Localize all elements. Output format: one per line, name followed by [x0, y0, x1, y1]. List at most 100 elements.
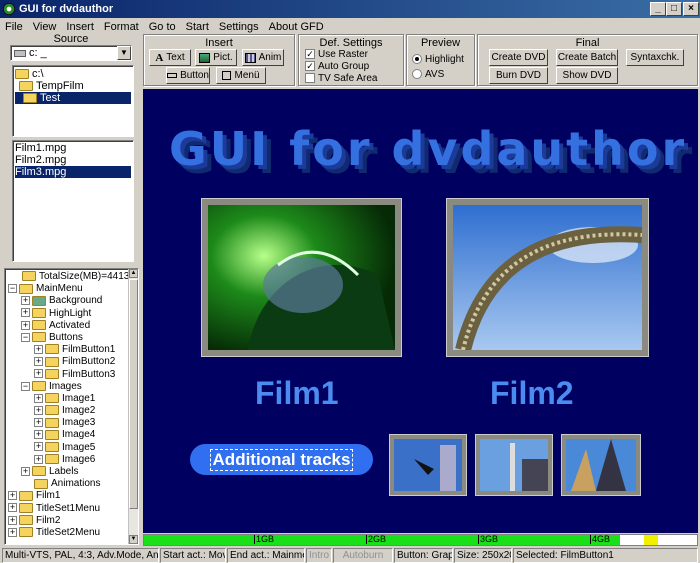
- insert-picture-button[interactable]: Pict.: [195, 49, 237, 66]
- expand-icon[interactable]: +: [21, 320, 30, 330]
- file-item-selected[interactable]: Film3.mpg: [15, 166, 131, 178]
- expand-icon[interactable]: +: [34, 393, 43, 403]
- insert-text-button[interactable]: A Text: [149, 49, 191, 66]
- collapse-icon[interactable]: −: [8, 284, 17, 294]
- tree-item[interactable]: + Image1: [8, 393, 138, 405]
- insert-button-button[interactable]: Button: [166, 67, 210, 84]
- collapse-icon[interactable]: −: [21, 381, 30, 391]
- film1-button-frame[interactable]: [202, 199, 401, 356]
- avs-radio[interactable]: AVS: [412, 69, 444, 80]
- menu-view[interactable]: View: [28, 21, 62, 33]
- image-thumb-3[interactable]: [562, 435, 640, 495]
- expand-icon[interactable]: +: [34, 344, 43, 354]
- tree-item[interactable]: + Image6: [8, 454, 138, 466]
- file-item[interactable]: Film1.mpg: [15, 142, 131, 154]
- menu-format[interactable]: Format: [99, 21, 144, 33]
- folder-list[interactable]: c:\ TempFilm Test: [12, 65, 134, 137]
- expand-icon[interactable]: +: [8, 515, 17, 525]
- file-item[interactable]: Film2.mpg: [15, 154, 131, 166]
- expand-icon[interactable]: +: [8, 491, 17, 501]
- film1-label[interactable]: Film1: [255, 375, 339, 412]
- scroll-down-icon[interactable]: ▼: [129, 535, 138, 544]
- folder-item[interactable]: TempFilm: [15, 80, 131, 92]
- menu-settings[interactable]: Settings: [214, 21, 264, 33]
- create-batch-button[interactable]: Create Batch: [556, 49, 618, 66]
- insert-anim-button[interactable]: Anim: [242, 49, 284, 66]
- folder-open-icon: [19, 81, 33, 92]
- tree-item[interactable]: Animations: [8, 478, 138, 490]
- minimize-button[interactable]: _: [650, 2, 666, 16]
- maximize-button[interactable]: □: [666, 2, 682, 16]
- expand-icon[interactable]: +: [21, 296, 30, 306]
- expand-icon[interactable]: +: [34, 454, 43, 464]
- collapse-icon[interactable]: −: [21, 332, 30, 342]
- source-panel: Source c: _ ▼ c:\ TempFilm Test Film1.mp…: [2, 34, 140, 264]
- expand-icon[interactable]: +: [8, 503, 17, 513]
- image-thumb-2[interactable]: [476, 435, 552, 495]
- highlight-radio[interactable]: Highlight: [412, 54, 464, 65]
- tree-item[interactable]: − Images: [8, 381, 138, 393]
- scroll-thumb[interactable]: [129, 279, 138, 509]
- menu-insert[interactable]: Insert: [61, 21, 99, 33]
- drive-icon: [14, 49, 26, 57]
- folder-item-selected[interactable]: Test: [15, 92, 131, 104]
- menu-goto[interactable]: Go to: [144, 21, 181, 33]
- drive-select[interactable]: c: _ ▼: [10, 45, 132, 61]
- tree-item[interactable]: + Film1: [8, 490, 138, 502]
- tree-item[interactable]: + Activated: [8, 320, 138, 332]
- additional-tracks-button[interactable]: Additional tracks: [190, 444, 373, 475]
- expand-icon[interactable]: +: [8, 527, 17, 537]
- burn-dvd-button[interactable]: Burn DVD: [489, 67, 548, 84]
- use-raster-checkbox[interactable]: ✓ Use Raster: [305, 49, 368, 60]
- menu-canvas[interactable]: GUI for dvdauthor Film1 Film2 Additional…: [143, 89, 698, 533]
- expand-icon[interactable]: +: [34, 442, 43, 452]
- insert-menu-button[interactable]: Menü: [216, 67, 266, 84]
- file-list[interactable]: Film1.mpg Film2.mpg Film3.mpg: [12, 140, 134, 262]
- additional-tracks-label: Additional tracks: [209, 448, 354, 471]
- create-dvd-button[interactable]: Create DVD: [489, 49, 548, 66]
- tree-item[interactable]: + Image3: [8, 417, 138, 429]
- tree-item[interactable]: − Buttons: [8, 332, 138, 344]
- syntax-check-button[interactable]: Syntaxchk.: [626, 49, 684, 66]
- show-dvd-button[interactable]: Show DVD: [556, 67, 618, 84]
- tree-scrollbar[interactable]: ▲ ▼: [128, 269, 138, 544]
- expand-icon[interactable]: +: [34, 418, 43, 428]
- folder-icon: [45, 429, 59, 440]
- menu-file[interactable]: File: [0, 21, 28, 33]
- tree-item[interactable]: + HighLight: [8, 308, 138, 320]
- tree-item[interactable]: + Image2: [8, 405, 138, 417]
- tree-item[interactable]: + FilmButton1: [8, 344, 138, 356]
- tick-1gb: 1GB: [254, 534, 275, 544]
- project-tree[interactable]: TotalSize(MB)=4413 − MainMenu + Background…: [4, 268, 139, 545]
- diver-image: [394, 439, 462, 491]
- tree-item[interactable]: − MainMenu: [8, 283, 138, 295]
- close-button[interactable]: ×: [683, 2, 699, 16]
- film2-button-frame[interactable]: [447, 199, 648, 356]
- expand-icon[interactable]: +: [21, 466, 30, 476]
- expand-icon[interactable]: +: [34, 369, 43, 379]
- tree-item[interactable]: + FilmButton3: [8, 369, 138, 381]
- auto-group-checkbox[interactable]: ✓ Auto Group: [305, 61, 369, 72]
- menu-about[interactable]: About GFD: [264, 21, 329, 33]
- tree-item[interactable]: + Image5: [8, 442, 138, 454]
- tv-safe-checkbox[interactable]: TV Safe Area: [305, 73, 377, 84]
- tree-item[interactable]: + Film2: [8, 515, 138, 527]
- scroll-up-icon[interactable]: ▲: [129, 269, 138, 278]
- tree-item[interactable]: + Background: [8, 295, 138, 307]
- tree-item[interactable]: + TitleSet1Menu: [8, 503, 138, 515]
- expand-icon[interactable]: +: [34, 357, 43, 367]
- tree-item[interactable]: + FilmButton2: [8, 356, 138, 368]
- film2-label[interactable]: Film2: [490, 375, 574, 412]
- image-thumb-1[interactable]: [390, 435, 466, 495]
- expand-icon[interactable]: +: [21, 308, 30, 318]
- tree-item[interactable]: + Labels: [8, 466, 138, 478]
- expand-icon[interactable]: +: [34, 405, 43, 415]
- canvas-title[interactable]: GUI for dvdauthor: [169, 122, 687, 176]
- tree-item[interactable]: TotalSize(MB)=4413: [8, 271, 138, 283]
- expand-icon[interactable]: +: [34, 430, 43, 440]
- chevron-down-icon[interactable]: ▼: [117, 46, 131, 60]
- tree-item[interactable]: + Image4: [8, 429, 138, 441]
- menu-start[interactable]: Start: [181, 21, 214, 33]
- folder-item[interactable]: c:\: [15, 68, 131, 80]
- tree-item[interactable]: + TitleSet2Menu: [8, 527, 138, 539]
